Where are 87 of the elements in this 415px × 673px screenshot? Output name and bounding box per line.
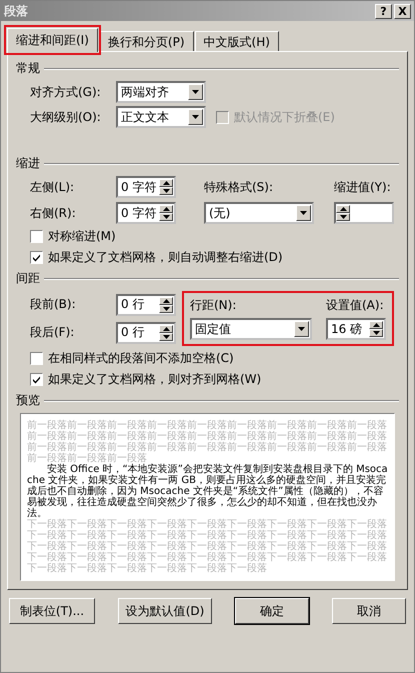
- spinner-field[interactable]: 0 行: [116, 294, 176, 316]
- up-arrow-icon: [162, 326, 170, 330]
- down-arrow-icon: [162, 334, 170, 338]
- spinner-field[interactable]: 0 行: [116, 322, 176, 344]
- field-label: 段前(B):: [30, 296, 77, 313]
- checkbox-label: 如果定义了文档网格，则自动调整右缩进(D): [48, 249, 283, 266]
- checkbox[interactable]: [30, 251, 43, 264]
- spin-down-button[interactable]: [369, 329, 383, 337]
- preview-text: 前一段落前一段落前一段落前一段落前一段落前一段落前一段落前一段落前一段落前一段落前一段落前一段落前一段落前一段落前一段落前一段落前一段落前一段落前一段落前一段落前一段落前一段落前一段落前一段落前一段落前一段落前一段落前一段落前一段落前一段落: [27, 420, 388, 464]
- dialog-button[interactable]: 设为默认值(D): [118, 598, 212, 624]
- dropdown-field[interactable]: 两端对齐: [116, 81, 206, 103]
- field-value: 0 字符: [120, 204, 156, 222]
- checkbox-label: 对称缩进(M): [48, 228, 116, 245]
- up-arrow-icon: [162, 298, 170, 302]
- caret-icon: [192, 90, 199, 94]
- checkbox-label: 如果定义了文档网格，则对齐到网格(W): [48, 371, 262, 388]
- caret-icon: [300, 211, 307, 215]
- tab[interactable]: 换行和分页(P): [98, 31, 194, 51]
- section-heading: 间距: [16, 270, 40, 287]
- help-button[interactable]: ?: [375, 4, 392, 18]
- check-icon: [32, 375, 41, 384]
- field-value: 16 磅: [330, 320, 362, 338]
- down-arrow-icon: [340, 215, 346, 219]
- up-arrow-icon: [340, 207, 346, 211]
- caret-icon: [192, 115, 199, 119]
- dropdown-button[interactable]: [296, 205, 311, 221]
- spin-up-button[interactable]: [159, 179, 173, 187]
- spin-down-button[interactable]: [159, 213, 173, 221]
- dialog-button[interactable]: 取消: [332, 598, 406, 624]
- spin-up-button[interactable]: [159, 205, 173, 213]
- field-value: (无): [208, 204, 230, 222]
- caret-icon: [298, 327, 305, 331]
- field-label: 右侧(R):: [30, 204, 77, 222]
- spinner-field[interactable]: 16 磅: [326, 318, 386, 340]
- dropdown-field[interactable]: (无): [204, 202, 314, 224]
- checkbox-label: 在相同样式的段落间不添加空格(C): [48, 350, 234, 367]
- spin-up-button[interactable]: [336, 205, 350, 213]
- checkbox[interactable]: [30, 352, 43, 365]
- tab[interactable]: 缩进和间距(I): [7, 28, 98, 52]
- field-label: 大纲级别(O):: [30, 108, 102, 126]
- section-heading: 缩进: [16, 155, 40, 172]
- field-label: 行距(N):: [190, 297, 238, 314]
- spinner-field[interactable]: 0 字符: [116, 202, 176, 224]
- down-arrow-icon: [162, 215, 170, 219]
- dropdown-button[interactable]: [188, 84, 203, 100]
- field-value: 0 行: [120, 324, 144, 341]
- dialog-button[interactable]: 制表位(T)...: [9, 598, 95, 624]
- up-arrow-icon: [162, 207, 170, 211]
- dropdown-button[interactable]: [294, 321, 309, 337]
- up-arrow-icon: [162, 181, 170, 185]
- dropdown-field[interactable]: 固定值: [190, 318, 312, 340]
- field-label: 段后(F):: [30, 324, 76, 341]
- spinner-field[interactable]: 0 字符: [116, 176, 176, 198]
- spinner-field[interactable]: [334, 202, 394, 224]
- dropdown-button[interactable]: [188, 109, 203, 125]
- check-icon: [32, 253, 41, 262]
- checkbox[interactable]: [30, 373, 43, 386]
- spin-down-button[interactable]: [159, 187, 173, 195]
- field-label: 设置值(A):: [326, 297, 385, 314]
- close-button[interactable]: X: [394, 4, 411, 18]
- field-label: 对齐方式(G):: [30, 84, 102, 100]
- field-label: 左侧(L):: [30, 178, 76, 196]
- spin-down-button[interactable]: [336, 213, 350, 221]
- field-value: 0 行: [120, 296, 144, 313]
- field-label: 缩进值(Y):: [334, 178, 392, 196]
- checkbox[interactable]: [30, 230, 43, 243]
- window-title: 段落: [4, 2, 28, 20]
- spin-up-button[interactable]: [369, 321, 383, 329]
- tab[interactable]: 中文版式(H): [194, 31, 279, 51]
- field-value: 固定值: [194, 320, 231, 338]
- section-heading: 常规: [16, 60, 40, 77]
- field-value: 两端对齐: [120, 84, 169, 100]
- down-arrow-icon: [162, 306, 170, 310]
- spin-up-button[interactable]: [159, 324, 173, 332]
- preview-text: 下一段落下一段落下一段落下一段落下一段落下一段落下一段落下一段落下一段落下一段落下一段落下一段落下一段落下一段落下一段落下一段落下一段落下一段落下一段落下一段落下一段落下一段落下一段落下一段落下一段落下一段落下一段落下一段落下一段落下一段落下一段落下一段落下一段落下一段落下一段落下一段落下一段落下一段落下一段落下一段落下一段落下一段落: [27, 519, 388, 574]
- dropdown-field[interactable]: 正文文本: [116, 106, 206, 128]
- field-value: 0 字符: [120, 178, 156, 196]
- up-arrow-icon: [372, 323, 380, 327]
- down-arrow-icon: [372, 331, 380, 335]
- down-arrow-icon: [162, 189, 170, 193]
- field-label: 特殊格式(S):: [203, 178, 274, 196]
- spin-up-button[interactable]: [159, 296, 173, 304]
- preview-text: 安装 Office 时，“本地安装源”会把安装文件复制到安装盘根目录下的 Msocache 文件夹，如果安装文件有一两 GB，则要占用这么多的硬盘空间，并且安装完成后也不自动删除，因为 Msocache 文件夹是“系统文件”属性（隐藏的），不容易被发现，往往造成硬盘空间突然少了很多，怎么少的却不知道，但在找也没办法。: [27, 464, 388, 519]
- dialog-button[interactable]: 确定: [235, 598, 309, 624]
- field-value: 正文文本: [120, 108, 169, 126]
- checkbox-label: 默认情况下折叠(E): [234, 108, 335, 126]
- section-heading: 预览: [16, 392, 40, 409]
